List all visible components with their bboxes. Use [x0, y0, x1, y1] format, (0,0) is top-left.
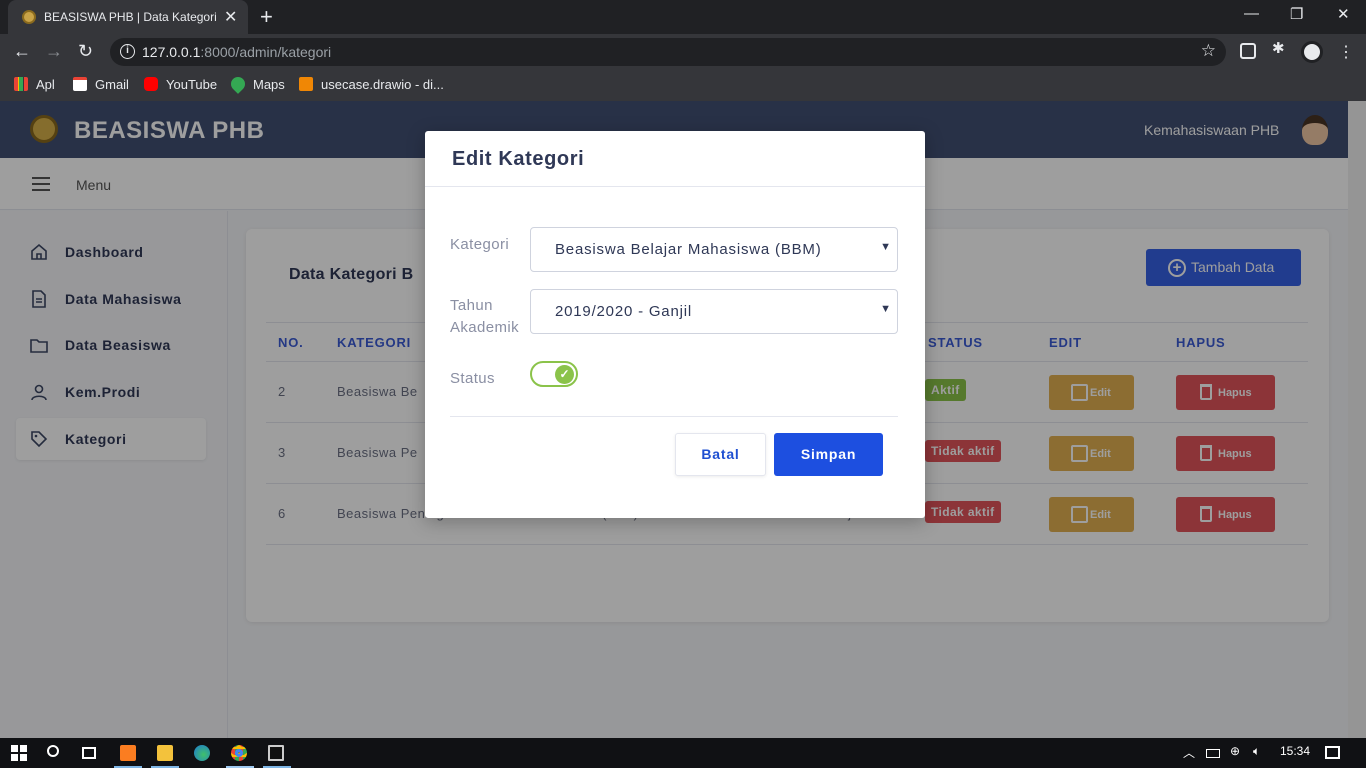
- browser-menu-icon[interactable]: ⋮: [1338, 42, 1354, 62]
- tray-chevron-up-icon[interactable]: ︿: [1183, 744, 1195, 761]
- file-explorer-icon[interactable]: [157, 745, 173, 761]
- reload-icon[interactable]: ↻: [78, 41, 93, 62]
- search-icon[interactable]: [47, 745, 59, 757]
- back-icon[interactable]: ←: [13, 41, 31, 62]
- extensions-icon[interactable]: ✱: [1272, 39, 1288, 57]
- cast-icon[interactable]: [1240, 43, 1256, 59]
- clock-time[interactable]: 15:34: [1280, 744, 1310, 758]
- check-icon: ✓: [555, 365, 574, 384]
- url-text: 127.0.0.1:8000/admin/kategori: [142, 44, 332, 60]
- batal-button[interactable]: Batal: [675, 433, 766, 476]
- profile-avatar[interactable]: [1301, 41, 1323, 63]
- terminal-icon[interactable]: [268, 745, 284, 761]
- bookmark-gmail[interactable]: Gmail: [73, 77, 129, 92]
- tahun-akademik-label: Tahun Akademik: [450, 297, 520, 336]
- youtube-icon: [144, 77, 158, 91]
- kategori-selected-value: Beasiswa Belajar Mahasiswa (BBM): [555, 241, 822, 258]
- restore-icon[interactable]: ❐: [1290, 5, 1303, 23]
- close-tab-icon[interactable]: ✕: [224, 7, 237, 27]
- edge-icon[interactable]: [194, 745, 210, 761]
- bookmarks-bar: Apl Gmail YouTube Maps usecase.drawio - …: [0, 70, 1366, 101]
- xampp-icon[interactable]: [120, 745, 136, 761]
- minimize-icon[interactable]: —: [1244, 5, 1259, 22]
- notifications-icon[interactable]: [1325, 746, 1340, 759]
- drawio-icon: [299, 77, 313, 91]
- gmail-icon: [73, 77, 87, 91]
- os-taskbar: ︿ ⊕ 🔈︎ 15:34: [0, 738, 1366, 768]
- windows-start-icon[interactable]: [11, 745, 27, 761]
- volume-icon[interactable]: 🔈︎: [1253, 744, 1260, 759]
- chevron-down-icon: ▼: [880, 303, 891, 315]
- address-toolbar: ← → ↻ i 127.0.0.1:8000/admin/kategori ☆ …: [0, 34, 1366, 70]
- edit-kategori-modal: Edit Kategori Kategori Beasiswa Belajar …: [425, 131, 925, 518]
- network-globe-icon[interactable]: ⊕: [1230, 744, 1240, 758]
- modal-divider: [450, 416, 898, 417]
- forward-icon[interactable]: →: [45, 41, 63, 62]
- chevron-down-icon: ▼: [880, 241, 891, 253]
- battery-icon[interactable]: [1206, 749, 1220, 758]
- bookmark-youtube[interactable]: YouTube: [144, 77, 217, 92]
- status-toggle[interactable]: ✓: [530, 361, 578, 387]
- chrome-icon[interactable]: [231, 745, 247, 761]
- tahun-selected-value: 2019/2020 - Ganjil: [555, 303, 692, 320]
- tab-title: BEASISWA PHB | Data Kategori: [44, 10, 217, 24]
- bookmark-maps[interactable]: Maps: [228, 74, 285, 94]
- tahun-akademik-select[interactable]: 2019/2020 - Ganjil ▼: [530, 289, 898, 334]
- simpan-button[interactable]: Simpan: [774, 433, 883, 476]
- new-tab-icon[interactable]: +: [260, 4, 273, 30]
- kategori-select[interactable]: Beasiswa Belajar Mahasiswa (BBM) ▼: [530, 227, 898, 272]
- modal-header: Edit Kategori: [425, 131, 925, 187]
- browser-tab-strip: BEASISWA PHB | Data Kategori ✕ + — ❐ ✕: [0, 0, 1366, 34]
- site-favicon-icon: [22, 10, 36, 24]
- modal-title: Edit Kategori: [452, 148, 585, 170]
- bookmark-star-icon[interactable]: ☆: [1201, 41, 1216, 61]
- url-bar[interactable]: i 127.0.0.1:8000/admin/kategori ☆: [110, 38, 1226, 66]
- browser-tab[interactable]: BEASISWA PHB | Data Kategori ✕: [8, 0, 248, 34]
- kategori-label: Kategori: [450, 236, 510, 253]
- status-label: Status: [450, 370, 495, 387]
- bookmark-apps[interactable]: Apl: [14, 77, 55, 92]
- site-info-icon[interactable]: i: [120, 44, 135, 59]
- bookmark-drawio[interactable]: usecase.drawio - di...: [299, 77, 444, 92]
- window-close-icon[interactable]: ✕: [1337, 5, 1350, 23]
- task-view-icon[interactable]: [82, 747, 96, 759]
- apps-grid-icon: [14, 77, 28, 91]
- maps-pin-icon: [228, 74, 248, 94]
